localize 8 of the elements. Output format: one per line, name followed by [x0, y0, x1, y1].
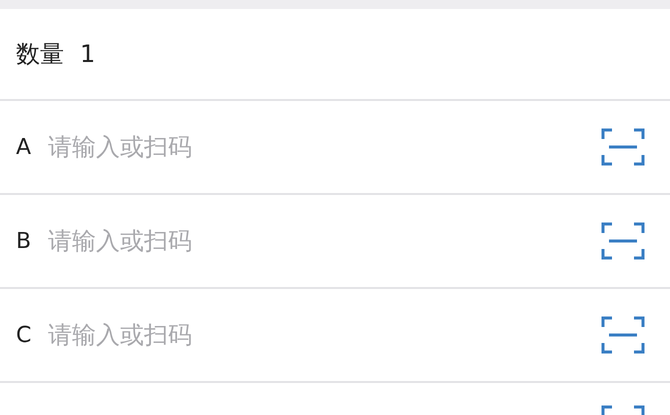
quantity-value: 1: [80, 39, 96, 70]
field-label: C: [16, 322, 32, 350]
input-field[interactable]: 请输入或扫码: [48, 129, 601, 165]
input-field[interactable]: 请输入或扫码: [48, 317, 601, 353]
input-field[interactable]: 请输入或扫码: [48, 223, 601, 259]
quantity-label: 数量: [16, 39, 64, 70]
field-label: A: [16, 134, 32, 162]
field-label: B: [16, 228, 32, 256]
